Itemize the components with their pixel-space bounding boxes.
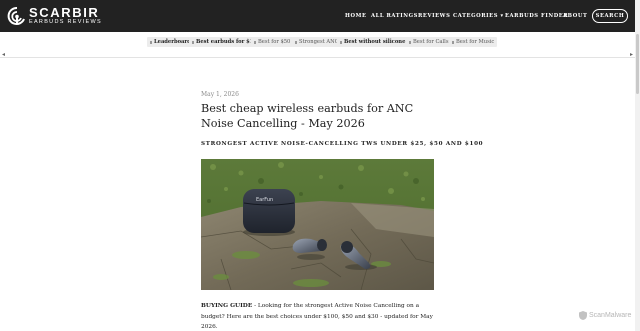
scanmalware-watermark: ScanMalware (579, 311, 631, 320)
tag-icon (340, 40, 342, 44)
top-navbar: SCARBIR EARBUDS REVIEWS HOME ALL RATINGS… (0, 0, 640, 32)
tag-label: Best for Music (456, 39, 495, 45)
shield-icon (579, 311, 587, 320)
tag-icon (254, 40, 256, 44)
tag-icon (409, 40, 411, 44)
logo-title: SCARBIR (29, 5, 100, 21)
tag-label: Best for Calls (413, 39, 449, 45)
article-intro: BUYING GUIDE - Looking for the strongest… (201, 301, 441, 331)
article-title: Best cheap wireless earbuds for ANC Nois… (201, 102, 414, 130)
tag-icon (150, 40, 152, 44)
site-logo[interactable]: SCARBIR EARBUDS REVIEWS (7, 5, 102, 27)
tag-best-for-50[interactable]: Best for $50 (251, 37, 294, 47)
tag-label: Strongest ANC (299, 39, 339, 45)
nav-home[interactable]: HOME (345, 13, 367, 19)
earbud-logo-icon (7, 6, 25, 25)
tag-icon (452, 40, 454, 44)
nav-categories[interactable]: CATEGORIES ▾ (453, 13, 504, 19)
tag-icon (192, 40, 194, 44)
tag-best-for-calls[interactable]: Best for Calls (406, 37, 452, 47)
nav-reviews[interactable]: REVIEWS (418, 13, 450, 19)
article-date: May 1, 2026 (201, 91, 239, 98)
nav-about[interactable]: ABOUT (563, 13, 587, 19)
hero-image: EarFun (201, 159, 434, 290)
tag-icon (295, 40, 297, 44)
header-divider (0, 57, 640, 58)
tag-best-for-music[interactable]: Best for Music (449, 37, 498, 47)
intro-bold: BUYING GUIDE (201, 303, 253, 309)
tag-label: Best for $50 (258, 39, 291, 45)
earbuds-photo-icon: EarFun (201, 159, 434, 290)
nav-earbuds-finder[interactable]: EARBUDS FINDER (505, 13, 568, 19)
article-subtitle: STRONGEST ACTIVE NOISE-CANCELLING TWS UN… (201, 141, 484, 147)
tag-strongest-anc[interactable]: Strongest ANC (292, 37, 342, 47)
nav-all-ratings[interactable]: ALL RATINGS (371, 13, 418, 19)
case-brand-label: EarFun (256, 197, 273, 203)
tag-leaderboard[interactable]: Leaderboard (147, 37, 194, 47)
category-tags-bar: Leaderboard Best earbuds for $100 Best f… (0, 37, 640, 47)
watermark-text: ScanMalware (589, 312, 632, 319)
search-button[interactable]: SEARCH (592, 9, 628, 23)
tag-label: Leaderboard (154, 39, 191, 45)
page-scrollbar-thumb[interactable] (636, 34, 639, 94)
logo-subtitle: EARBUDS REVIEWS (29, 19, 102, 26)
logo-text: SCARBIR EARBUDS REVIEWS (29, 6, 102, 26)
